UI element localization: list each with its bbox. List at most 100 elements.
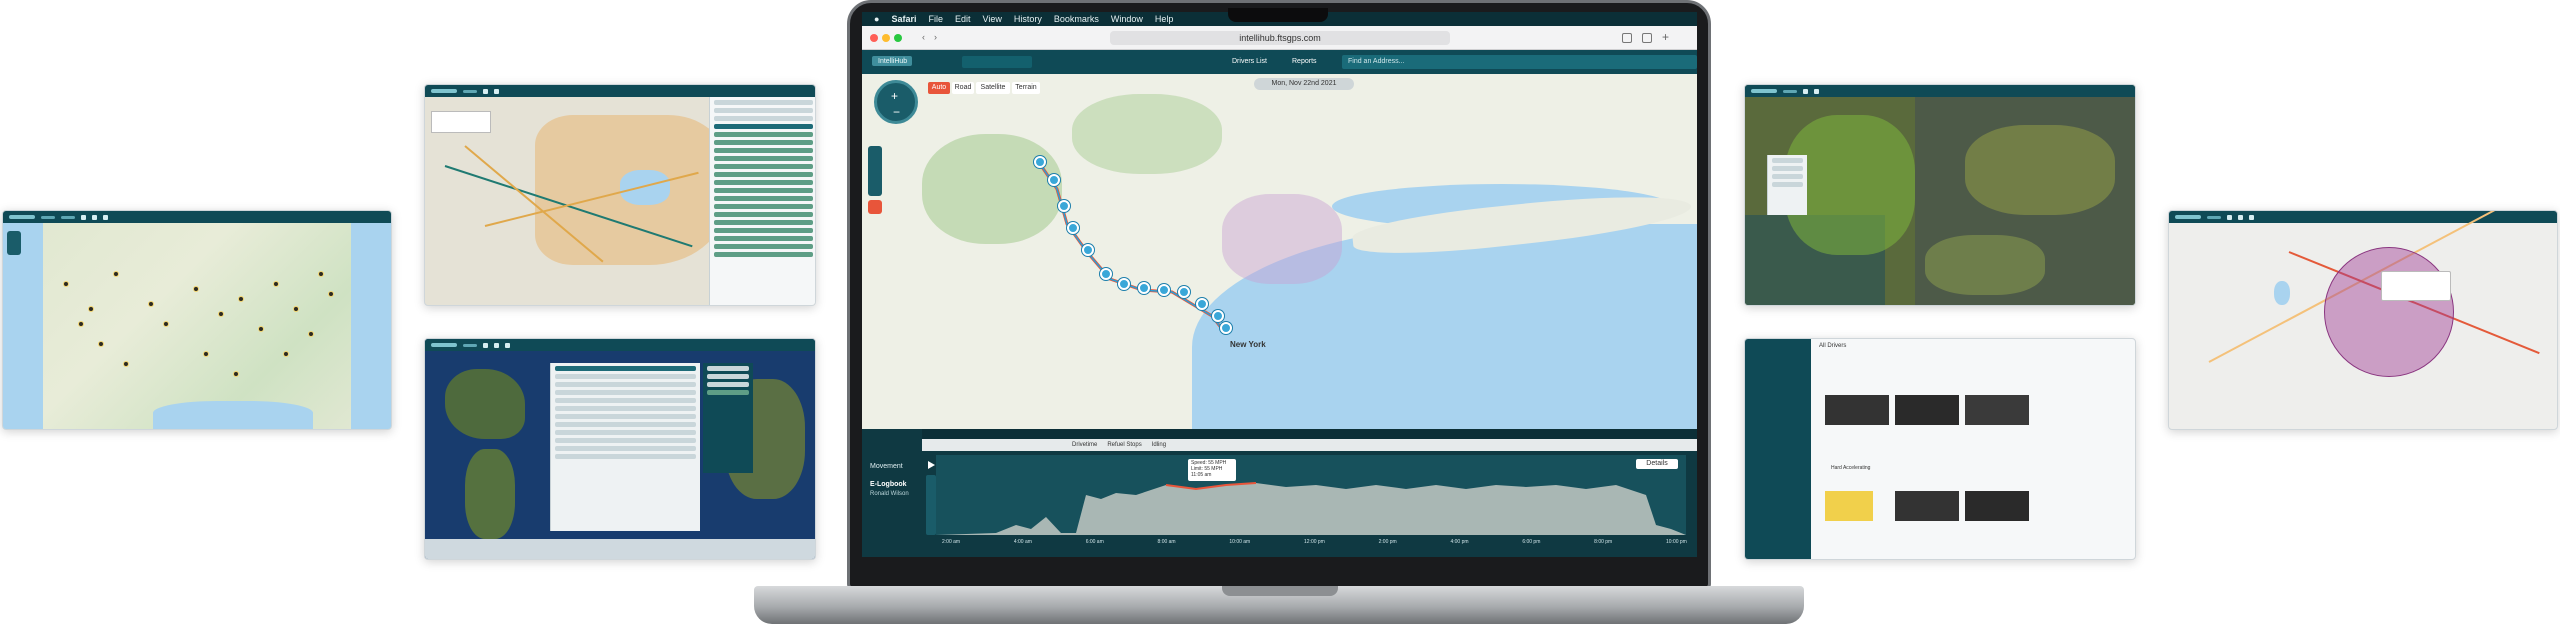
driver-select[interactable] bbox=[962, 56, 1032, 68]
time-tick: 10:00 pm bbox=[1666, 539, 1687, 545]
menu-window[interactable]: Window bbox=[1111, 14, 1143, 24]
tabs-icon[interactable] bbox=[1642, 33, 1652, 43]
route-point[interactable] bbox=[1196, 298, 1208, 310]
vehicle-list[interactable] bbox=[709, 97, 815, 305]
video-thumb[interactable] bbox=[1825, 395, 1889, 425]
geofence-popup[interactable] bbox=[2381, 271, 2451, 301]
address-bar[interactable]: intellihub.ftsgps.com bbox=[1110, 31, 1450, 45]
continent bbox=[445, 369, 525, 439]
menu-bookmarks[interactable]: Bookmarks bbox=[1054, 14, 1099, 24]
address-search-input[interactable]: Find an Address... bbox=[1342, 55, 1697, 69]
forward-icon[interactable]: › bbox=[934, 32, 937, 42]
new-tab-icon[interactable]: + bbox=[1662, 30, 1669, 44]
details-button[interactable]: Details bbox=[1636, 459, 1678, 469]
ocean-right bbox=[351, 223, 391, 429]
map-type-terrain[interactable]: Terrain bbox=[1012, 82, 1040, 94]
play-icon[interactable] bbox=[928, 461, 935, 469]
back-icon[interactable]: ‹ bbox=[922, 32, 925, 42]
route-point[interactable] bbox=[1220, 322, 1232, 334]
app-header bbox=[1745, 85, 2135, 97]
time-tick: 6:00 pm bbox=[1522, 539, 1541, 545]
map-pin[interactable] bbox=[88, 306, 94, 312]
zoom-window-button[interactable] bbox=[894, 34, 902, 42]
menu-edit[interactable]: Edit bbox=[955, 14, 971, 24]
app-header bbox=[3, 211, 391, 223]
drivers-list-button[interactable]: Drivers List bbox=[1232, 58, 1267, 65]
laptop-notch bbox=[1222, 586, 1338, 596]
map-pin[interactable] bbox=[308, 331, 314, 337]
tool-orange-icon[interactable] bbox=[868, 200, 882, 214]
laptop-screen: ● Safari File Edit View History Bookmark… bbox=[862, 12, 1697, 557]
route-point[interactable] bbox=[1034, 156, 1046, 168]
radar-cell bbox=[1925, 235, 2045, 295]
main-map[interactable]: New York + − Auto Road Satellite Terrain… bbox=[862, 74, 1697, 429]
route-point[interactable] bbox=[1082, 244, 1094, 256]
map-controls[interactable] bbox=[7, 231, 21, 255]
route-point[interactable] bbox=[1118, 278, 1130, 290]
reports-button[interactable]: Reports bbox=[1292, 58, 1317, 65]
map-pin[interactable] bbox=[238, 296, 244, 302]
time-tick: 8:00 am bbox=[1157, 539, 1176, 545]
video-thumb[interactable] bbox=[1895, 491, 1959, 521]
video-thumb[interactable] bbox=[1825, 491, 1873, 521]
zoom-control[interactable]: + − bbox=[874, 80, 918, 124]
route-point[interactable] bbox=[1178, 286, 1190, 298]
playback-controls[interactable] bbox=[926, 475, 936, 535]
share-icon[interactable] bbox=[1622, 33, 1632, 43]
route-point[interactable] bbox=[1212, 310, 1224, 322]
date-navigator[interactable]: Mon, Nov 22nd 2021 bbox=[1254, 78, 1354, 90]
drivers-sidebar[interactable] bbox=[1745, 339, 1811, 559]
video-thumb[interactable] bbox=[1895, 395, 1959, 425]
zoom-out-icon[interactable]: − bbox=[893, 105, 900, 119]
map-pin[interactable] bbox=[123, 361, 129, 367]
time-tick: 4:00 pm bbox=[1450, 539, 1469, 545]
menu-safari[interactable]: Safari bbox=[891, 14, 916, 24]
map-pin[interactable] bbox=[113, 271, 119, 277]
apple-icon[interactable]: ● bbox=[874, 14, 879, 24]
map-pin[interactable] bbox=[293, 306, 299, 312]
layer-menu[interactable] bbox=[1767, 155, 1807, 215]
menu-file[interactable]: File bbox=[928, 14, 943, 24]
speed-chart[interactable]: Speed: 55 MPH Limit: 55 MPH 11:05 am Det… bbox=[936, 455, 1686, 535]
menu-view[interactable]: View bbox=[982, 14, 1001, 24]
radar-cell bbox=[1965, 125, 2115, 215]
map-pin[interactable] bbox=[163, 321, 169, 327]
incident-label: Hard Accelerating bbox=[1831, 465, 1871, 471]
menu-help[interactable]: Help bbox=[1155, 14, 1174, 24]
map-type-satellite[interactable]: Satellite bbox=[976, 82, 1010, 94]
map-tools[interactable] bbox=[868, 146, 882, 196]
app-header bbox=[425, 85, 815, 97]
map-pin[interactable] bbox=[218, 311, 224, 317]
map-pin[interactable] bbox=[233, 371, 239, 377]
video-thumb[interactable] bbox=[1965, 395, 2029, 425]
tooltip-time: 11:05 am bbox=[1191, 472, 1212, 478]
report-options[interactable] bbox=[703, 363, 753, 473]
map-pin[interactable] bbox=[63, 281, 69, 287]
map-pin[interactable] bbox=[193, 286, 199, 292]
route-point[interactable] bbox=[1158, 284, 1170, 296]
minimize-window-button[interactable] bbox=[882, 34, 890, 42]
map-pin[interactable] bbox=[283, 351, 289, 357]
zoom-in-icon[interactable]: + bbox=[891, 89, 898, 103]
route-point[interactable] bbox=[1100, 268, 1112, 280]
route-point[interactable] bbox=[1138, 282, 1150, 294]
route-point[interactable] bbox=[1048, 174, 1060, 186]
map-type-road[interactable]: Road bbox=[952, 82, 974, 94]
map-pin[interactable] bbox=[203, 351, 209, 357]
map-pin[interactable] bbox=[98, 341, 104, 347]
report-panel[interactable] bbox=[550, 363, 700, 531]
geofence-circle[interactable] bbox=[2324, 247, 2454, 377]
map-pin[interactable] bbox=[258, 326, 264, 332]
time-axis: 2:00 am 4:00 am 6:00 am 8:00 am 10:00 am… bbox=[942, 539, 1687, 545]
menu-history[interactable]: History bbox=[1014, 14, 1042, 24]
map-pin[interactable] bbox=[148, 301, 154, 307]
route-point[interactable] bbox=[1067, 222, 1079, 234]
close-window-button[interactable] bbox=[870, 34, 878, 42]
route-point[interactable] bbox=[1058, 200, 1070, 212]
map-pin[interactable] bbox=[328, 291, 334, 297]
map-pin[interactable] bbox=[273, 281, 279, 287]
map-pin[interactable] bbox=[318, 271, 324, 277]
video-thumb[interactable] bbox=[1965, 491, 2029, 521]
map-type-auto[interactable]: Auto bbox=[928, 82, 950, 94]
map-pin[interactable] bbox=[78, 321, 84, 327]
